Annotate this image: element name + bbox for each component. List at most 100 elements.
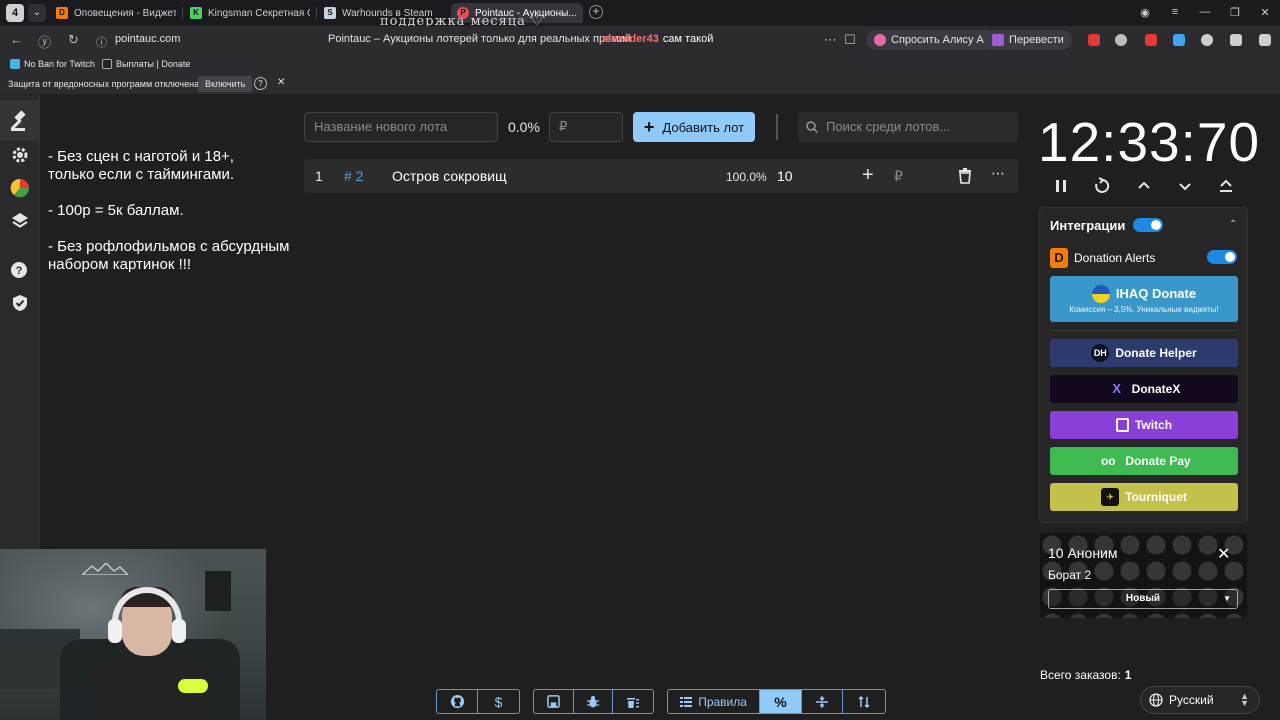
lot-more-icon[interactable]: ⋯ [991,165,1005,182]
tab-count-button[interactable]: 4 [6,4,24,22]
tourniquet-button[interactable]: ✈ Tourniquet [1050,483,1238,511]
play-icon[interactable] [1201,34,1213,46]
github-button[interactable] [437,690,478,713]
minimize-icon[interactable]: — [1190,6,1220,18]
lot-currency: ₽ [894,168,903,184]
collapse-chevron-icon[interactable]: ⌃ [1229,219,1237,230]
tab-list-chevron-icon[interactable]: ⌄ [28,4,46,22]
back-arrow-icon[interactable]: ← [10,32,23,47]
ihaq-donate-button[interactable]: IHAQ Donate Комиссия – 3,5%. Уникальные … [1050,276,1238,322]
save-button[interactable] [534,690,574,713]
bookmark-donate-payouts[interactable]: Выплаты | Donate [102,59,190,69]
layers-icon [12,213,28,228]
sidebar-item-auction[interactable] [0,101,40,141]
extension-icon[interactable] [1145,34,1157,46]
bug-icon [587,695,599,707]
chat-nick: alexeder43 [602,33,659,45]
integrations-toggle[interactable] [1133,218,1163,232]
ask-alice-button[interactable]: Спросить Алису AI [866,30,995,50]
add-lot-label: Добавить лот [662,119,745,135]
twitch-button[interactable]: Twitch [1050,411,1238,439]
bookmarks-bar: No Ban for Twitch Выплаты | Donate [0,54,1280,74]
restore-icon[interactable]: ❐ [1220,6,1250,19]
sort-button[interactable] [843,690,885,713]
donatex-logo-icon: X [1112,381,1121,396]
extension-icon[interactable] [1088,34,1100,46]
timer-double-up-icon[interactable] [1216,176,1236,196]
browser-tab-alerts[interactable]: D Оповещения - Виджеты [56,3,176,23]
clear-lots-button[interactable] [613,690,653,713]
lot-name[interactable]: Остров сокровищ [392,168,507,184]
globe-icon [1149,693,1163,707]
donate-dollar-button[interactable]: $ [478,690,519,713]
new-lot-name-input[interactable]: Название нового лота [304,112,498,142]
donate-pay-button[interactable]: oo Donate Pay [1050,447,1238,475]
yandex-logo-icon[interactable]: ⓨ [38,32,51,51]
profile-icon[interactable]: ◉ [1130,6,1160,19]
plus-icon: + [643,116,655,137]
enable-protection-button[interactable]: Включить [198,76,253,92]
chat-overlay-message: alexeder43 сам такой [602,33,713,45]
translate-icon [992,34,1004,46]
lot-search-input[interactable]: Поиск среди лотов... [798,112,1018,142]
add-amount-plus-icon[interactable]: + [862,164,874,187]
webcam-lamp [205,571,231,611]
webcam-held-object [178,679,208,693]
globe-icon[interactable] [1115,34,1127,46]
close-donation-icon[interactable]: ✕ [1217,544,1230,564]
rules-label: Правила [698,694,747,709]
tab-label: Kingsman Секретная Слу [208,7,310,19]
provider-label: Tourniquet [1125,490,1187,504]
translate-button[interactable]: Перевести [984,30,1072,50]
new-lot-amount-input[interactable]: ₽ [549,112,623,142]
sidebar-item-help[interactable]: ? [10,260,30,280]
sidebar-item-settings[interactable] [10,145,30,165]
alice-icon [874,34,886,46]
url-text[interactable]: pointauc.com [115,33,180,45]
puzzle-icon[interactable] [1259,34,1271,46]
close-window-icon[interactable]: ✕ [1250,6,1280,19]
menu-icon[interactable]: ≡ [1160,6,1190,18]
timer-increase-icon[interactable] [1134,176,1154,196]
bookmark-no-ban[interactable]: No Ban for Twitch [10,59,95,69]
sidebar-item-wheel[interactable] [10,178,30,198]
donate-helper-button[interactable]: DH Donate Helper [1050,339,1238,367]
donatex-button[interactable]: X DonateX [1050,375,1238,403]
timer-decrease-icon[interactable] [1175,176,1195,196]
browser-tab-kingsman[interactable]: K Kingsman Секретная Слу [190,3,310,23]
wireless-icon[interactable] [1173,34,1185,46]
app-sidebar: ? [0,95,40,550]
compact-view-button[interactable] [802,690,844,713]
site-info-icon[interactable]: ⓘ [96,34,107,50]
ihaq-logo-icon [1091,284,1110,303]
reset-timer-icon[interactable] [1092,176,1112,196]
percent-view-button[interactable]: % [760,690,802,713]
help-icon[interactable]: ? [254,77,267,90]
language-select[interactable]: Русский ▲ ▼ [1140,686,1260,714]
bookmark-label: No Ban for Twitch [24,59,95,69]
sidebar-item-layers[interactable] [10,211,30,231]
bookmark-label: Выплаты | Donate [116,59,191,69]
extension-icon[interactable] [1230,34,1242,46]
reload-icon[interactable]: ↻ [68,32,79,48]
sidebar-item-security[interactable] [10,293,30,313]
lot-amount[interactable]: 10 [777,168,793,184]
bug-report-button[interactable] [574,690,614,713]
donationalerts-logo-icon: D [1050,248,1068,268]
lot-id-link[interactable]: # 2 [344,168,363,184]
donation-lot-select[interactable]: Новый ▼ [1048,589,1238,609]
select-arrows-icon: ▲ ▼ [1240,691,1249,708]
integrations-divider [1050,330,1238,331]
gear-icon [12,147,28,163]
search-placeholder: Поиск среди лотов... [826,119,951,134]
add-lot-button[interactable]: + Добавить лот [633,112,755,142]
close-warning-icon[interactable]: ✕ [277,77,285,88]
more-dots-icon[interactable]: ⋯ [824,32,837,48]
pause-icon[interactable] [1051,176,1071,196]
donation-alerts-toggle[interactable] [1207,250,1237,264]
integrations-panel: Интеграции ⌃ D Donation Alerts IHAQ Dona… [1039,207,1248,523]
delete-lot-icon[interactable] [958,168,972,187]
rules-button[interactable]: Правила [668,690,761,713]
bookmark-icon[interactable]: ☐ [844,32,856,48]
new-tab-button[interactable]: + [589,5,603,19]
